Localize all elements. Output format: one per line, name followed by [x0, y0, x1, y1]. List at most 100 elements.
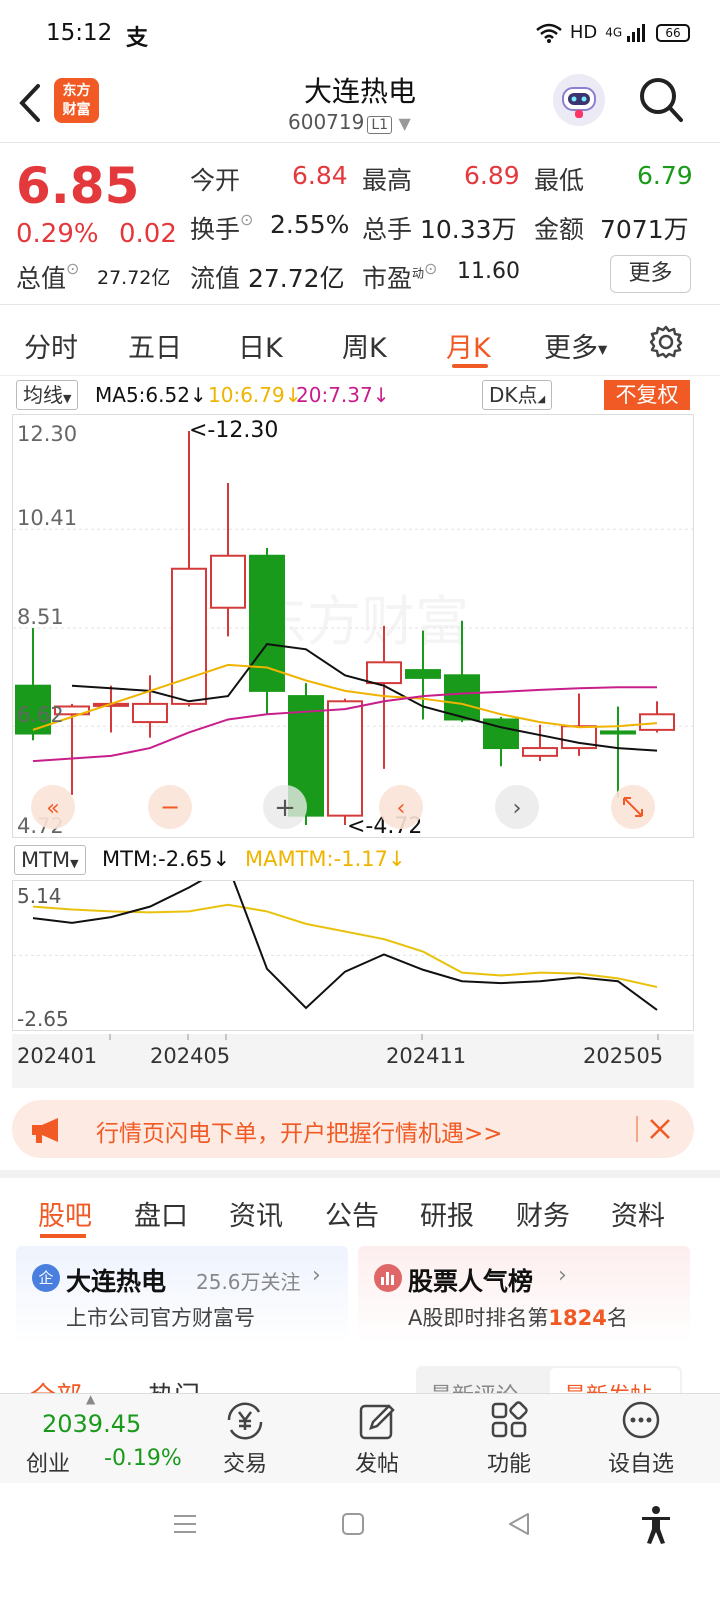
change-percent: 0.29% — [16, 219, 99, 249]
index-change: -0.19% — [104, 1446, 182, 1471]
home-icon[interactable] — [340, 1511, 366, 1537]
low-value: 6.79 — [637, 161, 693, 190]
current-price: 6.85 — [16, 157, 140, 215]
candle — [327, 698, 363, 825]
nav-add-watchlist[interactable]: 设自选 — [596, 1400, 686, 1478]
tab-more[interactable]: 更多▼ — [544, 326, 607, 365]
nav-trade[interactable]: 交易 — [200, 1400, 290, 1478]
ma-select-label: 均线 — [23, 383, 63, 407]
low-label: 最低 — [534, 166, 585, 195]
stock-title: 大连热电 — [303, 75, 416, 108]
dk-label: DK点 — [489, 383, 538, 407]
max-price-marker: <-12.30 — [189, 418, 278, 443]
company-account-card[interactable]: 企 大连热电 25.6万关注 › 上市公司官方财富号 — [16, 1246, 348, 1344]
indicator-row: MTM▼ MTM:-2.65↓ MAMTM:-1.17↓ — [0, 843, 720, 877]
filter-all[interactable]: 全部 — [30, 1376, 82, 1394]
caret-down-icon: ▼ — [70, 857, 79, 870]
info-icon[interactable]: ⊙ — [424, 259, 437, 278]
mktcap-label: 总值⊙ — [16, 259, 79, 295]
nav-trade-label: 交易 — [222, 1452, 267, 1477]
quote-panel: 6.85 0.29% 0.02 今开 6.84 最高 6.89 最低 6.79 … — [0, 143, 720, 305]
tab-announcement[interactable]: 公告 — [325, 1194, 379, 1233]
back-triangle-icon[interactable] — [506, 1511, 532, 1537]
candle — [561, 693, 597, 756]
rank-chart-icon — [374, 1264, 402, 1292]
tab-5day[interactable]: 五日 — [128, 326, 182, 365]
corner-icon: ◢ — [537, 394, 546, 405]
index-ticker[interactable]: ▲ 2039.45 创业 -0.19% — [0, 1392, 190, 1484]
rank-card-title: 股票人气榜 — [408, 1267, 534, 1296]
ma-select[interactable]: 均线▼ — [16, 380, 79, 410]
tab-profile[interactable]: 资料 — [611, 1194, 665, 1233]
more-dots-icon — [622, 1401, 660, 1439]
active-tab-underline — [40, 1234, 86, 1238]
indicator-select[interactable]: MTM▼ — [14, 845, 86, 875]
nav-post-label: 发帖 — [354, 1452, 399, 1477]
accessibility-icon[interactable] — [638, 1505, 674, 1545]
float-value: 27.72亿 — [248, 264, 345, 293]
zoom-in-button[interactable]: + — [263, 785, 307, 829]
tab-guba[interactable]: 股吧 — [38, 1194, 92, 1233]
sort-toggle: 最新评论 最新发帖 — [416, 1366, 682, 1394]
wifi-icon — [536, 23, 562, 43]
info-icon[interactable]: ⊙ — [66, 259, 79, 278]
tab-daily-k[interactable]: 日K — [238, 326, 283, 365]
pe-value: 11.60 — [457, 259, 520, 284]
dk-point-select[interactable]: DK点◢ — [482, 380, 553, 410]
kline-chart[interactable]: 东方财富 12.30 10.41 8.51 6.62 4.72 <-12.30 <-4.… — [12, 414, 694, 839]
chevron-right-icon: › — [558, 1263, 567, 1288]
popularity-rank-card[interactable]: 股票人气榜 › A股即时排名第1824名 — [358, 1246, 690, 1344]
search-icon[interactable] — [638, 76, 684, 126]
sort-latest-comment[interactable]: 最新评论 — [430, 1378, 518, 1394]
caret-up-icon: ▲ — [86, 1392, 96, 1406]
tab-news[interactable]: 资讯 — [229, 1194, 283, 1233]
scroll-left-button[interactable]: ‹ — [379, 785, 423, 829]
caret-down-icon: ▼ — [398, 114, 411, 133]
float-label: 流值 — [190, 264, 241, 293]
date-label: 202505 — [583, 1044, 664, 1068]
info-icon[interactable]: ⊙ — [240, 210, 253, 229]
stock-code-selector[interactable]: 600719 L1 ▼ — [288, 110, 411, 134]
rank-number: 1824 — [548, 1306, 607, 1330]
mamtm-line — [32, 903, 658, 988]
active-tab-underline — [452, 364, 488, 368]
close-icon[interactable] — [648, 1117, 672, 1141]
mtm-svg: 5.14 -2.65 — [13, 864, 693, 1031]
indicator-select-label: MTM — [21, 848, 71, 872]
date-label: 202401 — [17, 1044, 98, 1068]
scroll-right-button[interactable]: › — [495, 785, 539, 829]
tab-weekly-k[interactable]: 周K — [342, 326, 387, 365]
gear-icon[interactable] — [648, 324, 684, 360]
scroll-left-fast-button[interactable]: « — [31, 785, 75, 829]
tab-research[interactable]: 研报 — [420, 1194, 474, 1233]
watermark: 东方财富 — [253, 590, 469, 653]
nav-post[interactable]: 发帖 — [332, 1400, 422, 1478]
turnover-label: 换手⊙ — [190, 210, 253, 246]
candle — [639, 701, 675, 733]
promo-banner[interactable]: 行情页闪电下单，开户把握行情机遇>> — [12, 1100, 694, 1158]
tab-intraday[interactable]: 分时 — [24, 326, 78, 365]
company-badge-icon: 企 — [32, 1264, 60, 1292]
more-quote-button[interactable]: 更多 — [610, 255, 691, 293]
tab-pankou[interactable]: 盘口 — [134, 1194, 188, 1233]
candle — [600, 706, 636, 798]
fullscreen-button[interactable] — [611, 785, 655, 829]
minus-icon: − — [160, 793, 180, 821]
signal-icon: 4G — [605, 23, 648, 42]
no-adjust-button[interactable]: 不复权 — [604, 380, 690, 410]
tab-monthly-k[interactable]: 月K — [446, 326, 491, 365]
bottom-nav: ▲ 2039.45 创业 -0.19% 交易 发帖 功能 设自选 — [0, 1392, 720, 1484]
mtm-chart[interactable]: 5.14 -2.65 — [12, 864, 694, 1031]
ai-assistant-avatar[interactable] — [553, 74, 605, 126]
ma20-value: 20:7.37↓ — [296, 383, 390, 407]
sort-latest-post[interactable]: 最新发帖 — [564, 1378, 652, 1394]
level-badge: L1 — [367, 116, 393, 134]
menu-icon[interactable] — [172, 1511, 198, 1537]
nav-functions[interactable]: 功能 — [464, 1400, 554, 1478]
ma5-value: MA5:6.52↓ — [95, 383, 207, 407]
filter-hot[interactable]: 热门 — [148, 1376, 200, 1394]
date-axis: 202401 202405 202411 202505 — [12, 1034, 694, 1088]
tab-finance[interactable]: 财务 — [516, 1194, 570, 1233]
high-value: 6.89 — [464, 161, 520, 190]
zoom-out-button[interactable]: − — [148, 785, 192, 829]
